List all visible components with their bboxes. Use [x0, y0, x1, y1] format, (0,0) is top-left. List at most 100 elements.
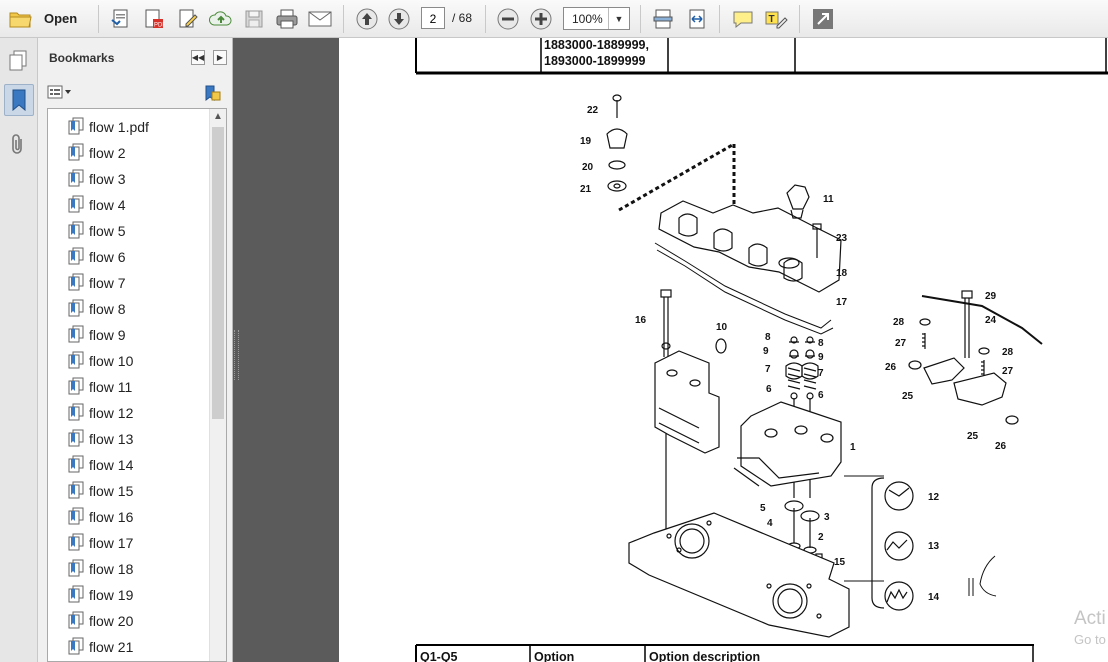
callout-16: 16: [635, 315, 647, 326]
scrollbar-thumb[interactable]: [212, 127, 224, 419]
callout-13: 13: [928, 541, 940, 552]
zoom-in-icon[interactable]: [528, 6, 554, 32]
serial-range-2: 1893000-1899999: [544, 54, 646, 68]
main-toolbar: Open PDF 2 / 68 100% ▼ T: [0, 0, 1108, 38]
bookmark-page-icon: [68, 507, 84, 530]
bookmark-label: flow 10: [89, 353, 134, 369]
bookmark-item[interactable]: flow 8: [48, 295, 212, 321]
bookmark-label: flow 19: [89, 587, 134, 603]
create-pdf-icon[interactable]: [108, 6, 134, 32]
bookmark-item[interactable]: flow 13: [48, 425, 212, 451]
bookmark-item[interactable]: flow 20: [48, 607, 212, 633]
callout-11: 11: [823, 194, 834, 205]
previous-page-icon[interactable]: [354, 6, 380, 32]
bookmark-page-icon: [68, 299, 84, 322]
upload-cloud-icon[interactable]: [208, 6, 234, 32]
collapse-panel-icon[interactable]: ◀◀: [191, 50, 205, 65]
scroll-up-icon[interactable]: ▲: [213, 111, 223, 122]
highlight-text-icon[interactable]: T: [763, 6, 789, 32]
callout-18: 18: [836, 268, 848, 279]
bookmark-item[interactable]: flow 1.pdf: [48, 113, 212, 139]
callout-7b: 7: [818, 368, 824, 379]
callout-19: 19: [580, 136, 592, 147]
bookmark-item[interactable]: flow 15: [48, 477, 212, 503]
bookmark-list[interactable]: flow 1.pdf flow 2 flow 3 flow 4 flow 5 flow 6…: [47, 108, 227, 662]
bookmark-scrollbar[interactable]: ▲: [209, 109, 226, 661]
bookmark-page-icon: [68, 455, 84, 478]
chevron-down-icon[interactable]: ▼: [608, 8, 629, 29]
expand-icon[interactable]: [810, 6, 836, 32]
bookmark-item[interactable]: flow 18: [48, 555, 212, 581]
bookmark-label: flow 8: [89, 301, 126, 317]
bookmark-page-icon: [68, 221, 84, 244]
bookmark-label: flow 7: [89, 275, 126, 291]
bookmark-page-icon: [68, 351, 84, 374]
bookmark-item[interactable]: flow 17: [48, 529, 212, 555]
save-icon[interactable]: [241, 6, 267, 32]
bookmark-item[interactable]: flow 5: [48, 217, 212, 243]
callout-26a: 26: [885, 362, 897, 373]
bookmark-item[interactable]: flow 16: [48, 503, 212, 529]
pages-panel-icon[interactable]: [4, 46, 32, 76]
bookmark-item[interactable]: flow 2: [48, 139, 212, 165]
bookmark-item[interactable]: flow 19: [48, 581, 212, 607]
email-icon[interactable]: [307, 6, 333, 32]
bookmark-item[interactable]: flow 14: [48, 451, 212, 477]
bookmark-label: flow 11: [89, 379, 133, 395]
callout-28b: 28: [1002, 347, 1014, 358]
bookmark-item[interactable]: flow 10: [48, 347, 212, 373]
bookmark-page-icon: [68, 429, 84, 452]
new-bookmark-icon[interactable]: [203, 84, 221, 107]
callout-6a: 6: [766, 384, 772, 395]
zoom-out-icon[interactable]: [495, 6, 521, 32]
comment-icon[interactable]: [730, 6, 756, 32]
callout-25b: 25: [967, 431, 979, 442]
callout-23: 23: [836, 233, 848, 244]
callout-25a: 25: [902, 391, 914, 402]
bookmark-item[interactable]: flow 11: [48, 373, 212, 399]
bookmark-item[interactable]: flow 12: [48, 399, 212, 425]
panel-forward-icon[interactable]: ▶: [213, 50, 227, 65]
fit-page-icon[interactable]: [650, 6, 676, 32]
bookmark-item[interactable]: flow 3: [48, 165, 212, 191]
bookmark-label: flow 2: [89, 145, 126, 161]
bookmark-item[interactable]: flow 21: [48, 633, 212, 659]
bookmark-page-icon: [68, 585, 84, 608]
callout-27b: 27: [1002, 366, 1014, 377]
attachments-panel-icon[interactable]: [4, 130, 32, 160]
bookmark-page-icon: [68, 117, 84, 140]
serial-range-1: 1883000-1889999,: [544, 38, 649, 52]
callout-12: 12: [928, 492, 940, 503]
open-folder-icon[interactable]: [8, 6, 34, 32]
export-pdf-icon[interactable]: PDF: [141, 6, 167, 32]
callout-26b: 26: [995, 441, 1007, 452]
callout-9a: 9: [763, 346, 769, 357]
bookmark-page-icon: [68, 611, 84, 634]
bookmark-label: flow 4: [89, 197, 126, 213]
zoom-select[interactable]: 100% ▼: [563, 7, 630, 30]
page-total: / 68: [452, 11, 473, 25]
table-header-option-description: Option description: [649, 650, 761, 662]
fit-width-icon[interactable]: [684, 6, 710, 32]
panel-resize-handle[interactable]: [234, 330, 239, 380]
bookmark-page-icon: [68, 403, 84, 426]
bookmark-label: flow 18: [89, 561, 134, 577]
bookmark-item[interactable]: flow 7: [48, 269, 212, 295]
callout-10: 10: [716, 322, 728, 333]
next-page-icon[interactable]: [386, 6, 412, 32]
open-button[interactable]: Open: [44, 11, 77, 26]
bookmark-label: flow 6: [89, 249, 126, 265]
svg-text:T: T: [769, 14, 775, 25]
edit-pdf-icon[interactable]: [175, 6, 201, 32]
bookmark-options-icon[interactable]: [47, 84, 73, 105]
callout-3: 3: [824, 512, 830, 523]
page-number-input[interactable]: 2: [421, 7, 445, 29]
bookmark-label: flow 14: [89, 457, 134, 473]
callout-1: 1: [850, 442, 856, 453]
bookmark-item[interactable]: flow 4: [48, 191, 212, 217]
bookmark-page-icon: [68, 325, 84, 348]
bookmark-item[interactable]: flow 9: [48, 321, 212, 347]
bookmark-item[interactable]: flow 6: [48, 243, 212, 269]
bookmarks-panel-icon[interactable]: [4, 84, 34, 116]
print-icon[interactable]: [274, 6, 300, 32]
